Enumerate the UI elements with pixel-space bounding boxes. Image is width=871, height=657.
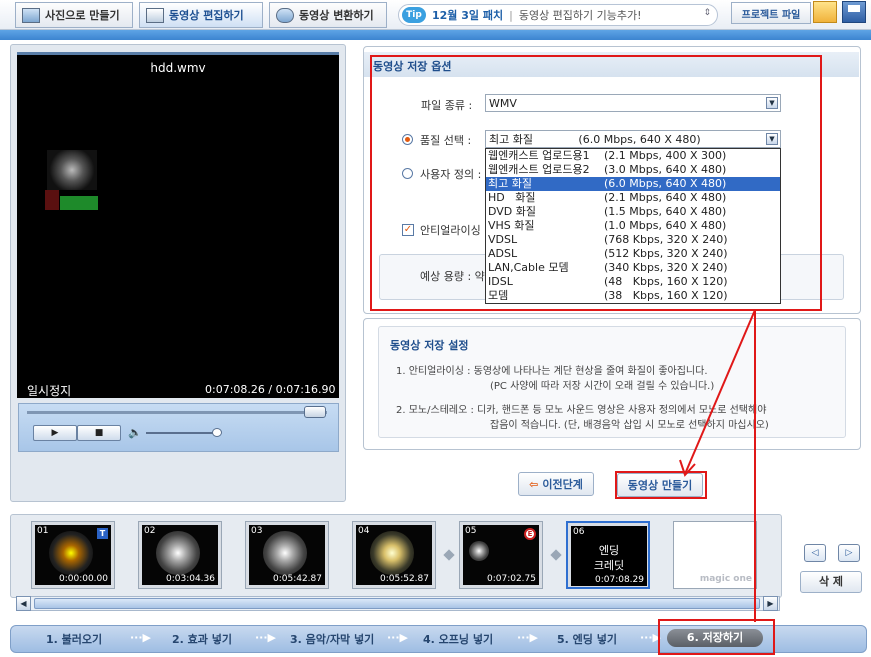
- quality-option[interactable]: VHS 화질 (1.0 Mbps, 640 X 480): [486, 219, 780, 233]
- quality-option[interactable]: LAN,Cable 모뎀 (340 Kbps, 320 X 240): [486, 261, 780, 275]
- quality-option-spec: (48 Kbps, 160 X 120): [604, 275, 728, 288]
- quality-option-spec: (340 Kbps, 320 X 240): [604, 261, 728, 274]
- annotation-line-diagonal: [684, 309, 756, 475]
- quality-option-name: HD 화질: [488, 191, 536, 204]
- quality-dropdown-list[interactable]: 웹엔캐스트 업로드용1 (2.1 Mbps, 400 X 300) 웹엔캐스트 업로…: [485, 148, 781, 304]
- quality-option[interactable]: 모뎀 (38 Kbps, 160 X 120): [486, 289, 780, 303]
- quality-option-name: 모뎀: [488, 289, 509, 302]
- quality-option-name: LAN,Cable 모뎀: [488, 261, 569, 274]
- quality-option-spec: (6.0 Mbps, 640 X 480): [604, 177, 727, 190]
- quality-option-name: DVD 화질: [488, 205, 537, 218]
- quality-option[interactable]: 최고 화질 (6.0 Mbps, 640 X 480): [486, 177, 780, 191]
- quality-option-name: 웹엔캐스트 업로드용2: [488, 163, 590, 176]
- quality-option-name: 최고 화질: [488, 177, 532, 190]
- quality-option-name: IDSL: [488, 275, 513, 288]
- quality-option-spec: (2.1 Mbps, 400 X 300): [604, 149, 727, 162]
- quality-option[interactable]: HD 화질 (2.1 Mbps, 640 X 480): [486, 191, 780, 205]
- quality-option[interactable]: ADSL (512 Kbps, 320 X 240): [486, 247, 780, 261]
- quality-option[interactable]: 웹엔캐스트 업로드용1 (2.1 Mbps, 400 X 300): [486, 149, 780, 163]
- quality-option[interactable]: DVD 화질 (1.5 Mbps, 640 X 480): [486, 205, 780, 219]
- quality-option-spec: (768 Kbps, 320 X 240): [604, 233, 728, 246]
- quality-option[interactable]: 웹엔캐스트 업로드용2 (3.0 Mbps, 640 X 480): [486, 163, 780, 177]
- quality-option-spec: (3.0 Mbps, 640 X 480): [604, 163, 727, 176]
- quality-option[interactable]: VDSL (768 Kbps, 320 X 240): [486, 233, 780, 247]
- quality-option[interactable]: IDSL (48 Kbps, 160 X 120): [486, 275, 780, 289]
- quality-option-name: VDSL: [488, 233, 518, 246]
- quality-option-spec: (512 Kbps, 320 X 240): [604, 247, 728, 260]
- quality-option-spec: (1.5 Mbps, 640 X 480): [604, 205, 727, 218]
- quality-option-name: ADSL: [488, 247, 518, 260]
- quality-option-spec: (38 Kbps, 160 X 120): [604, 289, 728, 302]
- quality-option-name: 웹엔캐스트 업로드용1: [488, 149, 590, 162]
- quality-option-spec: (2.1 Mbps, 640 X 480): [604, 191, 727, 204]
- quality-option-name: VHS 화질: [488, 219, 535, 232]
- quality-option-spec: (1.0 Mbps, 640 X 480): [604, 219, 727, 232]
- annotation-arrows: [679, 309, 756, 622]
